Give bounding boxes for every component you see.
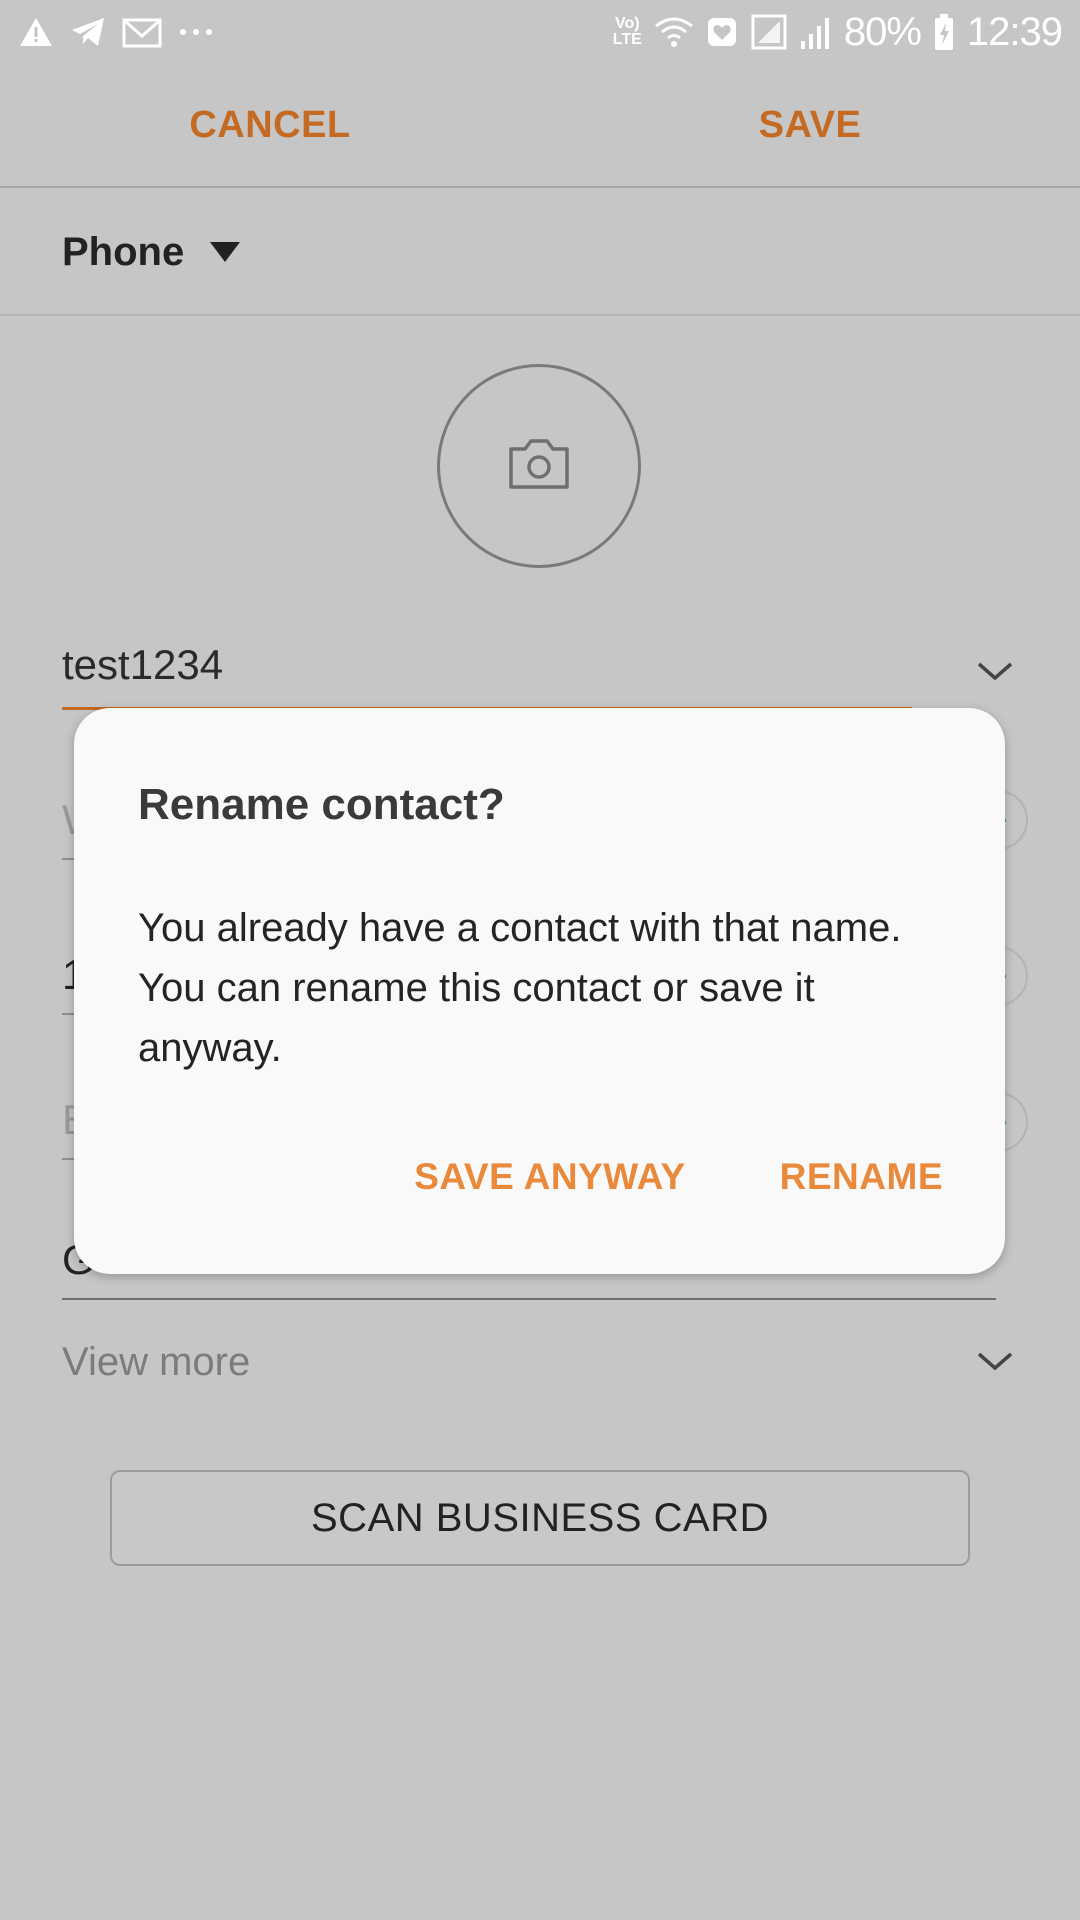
camera-icon <box>507 437 571 496</box>
wifi-icon <box>654 16 694 48</box>
expand-name-chevron-icon[interactable] <box>975 660 1015 689</box>
save-anyway-button[interactable]: SAVE ANYWAY <box>414 1156 685 1198</box>
status-right: Vo) LTE 80% 12:39 <box>613 9 1063 55</box>
gmail-icon <box>122 16 162 48</box>
add-photo-button[interactable] <box>437 364 641 568</box>
scan-business-card-button[interactable]: SCAN BUSINESS CARD <box>110 1470 970 1566</box>
name-value: test1234 <box>62 641 224 688</box>
warning-icon <box>18 16 54 48</box>
battery-percent: 80% <box>843 9 922 54</box>
status-left <box>18 16 214 48</box>
action-bar: CANCEL SAVE <box>0 64 1080 188</box>
storage-label: Phone <box>62 229 185 274</box>
name-field[interactable]: test1234 <box>62 630 912 710</box>
storage-selector[interactable]: Phone <box>0 190 1080 316</box>
battery-charging-icon <box>933 13 955 51</box>
signal-icon <box>800 15 832 49</box>
dialog-actions: SAVE ANYWAY RENAME <box>414 1156 943 1198</box>
heart-app-icon <box>706 16 738 48</box>
cancel-button[interactable]: CANCEL <box>0 64 540 186</box>
rename-button[interactable]: RENAME <box>780 1156 943 1198</box>
rename-contact-dialog: Rename contact? You already have a conta… <box>74 708 1005 1274</box>
volte-label-bottom: LTE <box>612 31 642 48</box>
telegram-icon <box>70 16 106 48</box>
more-dots-icon <box>178 27 214 37</box>
view-more-link[interactable]: View more <box>62 1340 250 1385</box>
dropdown-caret-icon <box>210 242 241 262</box>
screen: Vo) LTE 80% 12:39 CANCEL SAVE Phone test… <box>0 0 1080 1920</box>
volte-icon: Vo) LTE <box>613 16 642 48</box>
save-button[interactable]: SAVE <box>540 64 1080 186</box>
volte-label-top: Vo) <box>615 15 640 32</box>
dialog-message: You already have a contact with that nam… <box>138 906 902 1070</box>
clock: 12:39 <box>966 9 1063 54</box>
view-more-chevron-icon[interactable] <box>975 1350 1015 1379</box>
sim-icon <box>750 13 788 51</box>
status-bar: Vo) LTE 80% 12:39 <box>0 0 1080 64</box>
dialog-title: Rename contact? <box>138 780 505 829</box>
